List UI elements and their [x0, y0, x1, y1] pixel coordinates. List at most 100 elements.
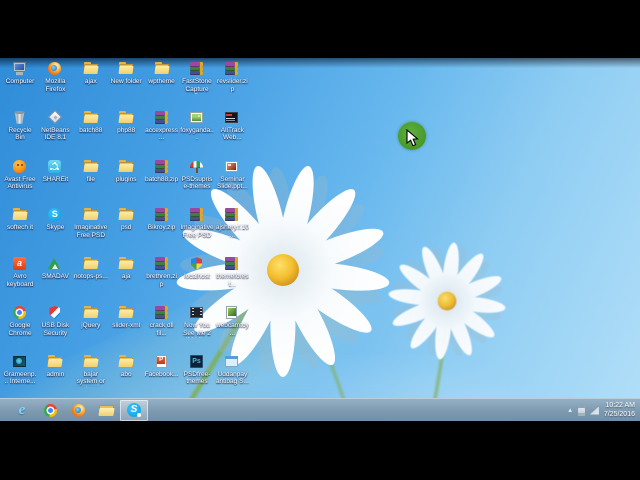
- network-signal-icon[interactable]: [589, 406, 599, 415]
- desktop-icon-skype[interactable]: S Skype: [38, 206, 72, 232]
- desktop-icon-faststone-capture-v7[interactable]: FastStone Capture v7...: [180, 60, 214, 94]
- folder-icon: [46, 353, 64, 370]
- rar-icon: [223, 60, 241, 77]
- desktop-icon-crack-dll-fil[interactable]: crack dll fil...: [145, 304, 179, 337]
- desktop-icon-now-you-see-me-2-2016[interactable]: Now You See Me 2 (2016)...: [180, 304, 214, 338]
- desktop-icon-imaginative-free-psd[interactable]: Imaginative Free PSD ...: [74, 206, 108, 240]
- show-hidden-icons-chevron-icon[interactable]: ▴: [567, 399, 573, 421]
- tray-date: 7/25/2016: [603, 410, 635, 418]
- desktop-icon-label: softech it: [6, 224, 33, 232]
- desktop-icon-label: php88: [117, 126, 136, 134]
- desktop-icon-bajar-system-or-registrat[interactable]: bajar system or registrat...: [74, 353, 108, 387]
- taskbar-chrome-button[interactable]: [36, 400, 64, 421]
- desktop-icon-label: aja: [121, 273, 131, 281]
- desktop-icon-avro-keyboard[interactable]: a Avro keyboard: [3, 255, 37, 288]
- desktop-icon-label: batch88.zip: [144, 175, 179, 183]
- desktop-icon-softech-it[interactable]: softech it: [3, 206, 37, 232]
- desktop-icon-recycle-bin[interactable]: Recycle Bin: [3, 109, 37, 142]
- desktop-icon-bikroy-zip[interactable]: Bikroy.zip: [145, 206, 179, 232]
- desktop-icon-label: New folder: [110, 78, 142, 85]
- desktop-icon-computer[interactable]: Computer: [3, 60, 37, 86]
- desktop-icon-label: Avast Free Antivirus: [4, 175, 36, 191]
- folder-icon: [117, 158, 135, 175]
- taskbar-firefox-button[interactable]: [64, 400, 92, 421]
- folder-icon: [117, 353, 135, 370]
- folder-icon: [82, 353, 100, 370]
- desktop-icon-shareit[interactable]: SHAREit: [38, 158, 72, 184]
- desktop-icon-jquery[interactable]: jQuery: [74, 304, 108, 330]
- desktop-icon-seminar-slide-ppt[interactable]: Seminar Slide.ppt...: [215, 158, 249, 191]
- rar-icon: [223, 255, 241, 272]
- desktop-icon-ajshery-f-10[interactable]: ajshery.f.10...: [215, 206, 249, 239]
- desktop-icon-label: admin: [46, 370, 65, 378]
- desktop-icon-google-chrome[interactable]: Google Chrome: [3, 304, 37, 337]
- desktop-icon-label: themeforest...: [216, 273, 249, 288]
- desktop-icon-label: SMADAV: [41, 273, 69, 281]
- folder-icon: [117, 255, 135, 272]
- desktop-icon-label: file: [86, 175, 95, 183]
- desktop-icon-label: SHAREit: [42, 175, 69, 183]
- usb-device-icon[interactable]: [577, 405, 585, 416]
- mouse-cursor: [406, 128, 419, 153]
- desktop-icon-wptheme[interactable]: wptheme: [145, 60, 179, 86]
- desktop-icon-smadav[interactable]: SMADAV: [38, 255, 72, 281]
- desktop-icon-imaginative-free-psd-w[interactable]: Imaginative Free PSD W...: [180, 206, 214, 240]
- gp-icon: [11, 353, 29, 370]
- skype-icon: S: [46, 206, 64, 223]
- desktop[interactable]: Computer Mozilla Firefox ajax New folder wpt…: [0, 58, 640, 421]
- desktop-icon-alltrack-web[interactable]: AllTrack Web...: [215, 109, 249, 142]
- desktop-icon-avast-free-antivirus[interactable]: Avast Free Antivirus: [3, 158, 37, 191]
- folder-icon: [82, 206, 100, 223]
- desktop-icon-plugins[interactable]: plugins: [109, 158, 143, 184]
- desktop-icon-mozilla-firefox[interactable]: Mozilla Firefox: [38, 60, 72, 93]
- desktop-icon-grameenp-interne[interactable]: Grameenp... Interne...: [3, 353, 37, 386]
- desktop-icon-label: Mozilla Firefox: [45, 78, 66, 93]
- desktop-icon-batch88[interactable]: batch88: [74, 109, 108, 135]
- desktop-icon-accexpress[interactable]: accexpress...: [145, 109, 179, 142]
- folder-icon: [82, 60, 100, 77]
- desktop-icon-facebook[interactable]: P Facebook...: [145, 353, 179, 379]
- desktop-icon-label: accexpress...: [145, 126, 179, 142]
- desktop-icon-label: webcamtoy...: [215, 322, 249, 337]
- tray-clock[interactable]: 10:22 AM 7/25/2016: [604, 402, 637, 419]
- desktop-icon-label: ajshery.f.10...: [215, 224, 249, 239]
- desktop-icon-file[interactable]: file: [74, 158, 108, 184]
- desktop-icon-batch88-zip[interactable]: batch88.zip: [145, 158, 179, 184]
- desktop-icon-abo[interactable]: abo: [109, 353, 143, 379]
- desktop-icon-psd[interactable]: psd: [109, 206, 143, 232]
- desktop-icon-uddanpay-antibag-s[interactable]: Uddanpay antibag S...: [215, 353, 249, 386]
- taskbar-skype-button[interactable]: S: [120, 399, 148, 421]
- internet-explorer-icon: e: [18, 401, 26, 418]
- desktop-icon-aja[interactable]: aja: [109, 255, 143, 281]
- desktop-icon-label: Imaginative Free PSD ...: [74, 224, 108, 240]
- rar-icon: [153, 109, 171, 126]
- desktop-icon-netbeans-ide-8-1[interactable]: NetBeans IDE 8.1: [38, 109, 72, 142]
- desktop-icon-ajax[interactable]: ajax: [74, 60, 108, 86]
- desktop-icon-admin[interactable]: admin: [38, 353, 72, 379]
- taskbar-internet-explorer-button[interactable]: e: [8, 400, 36, 421]
- desktop-icon-foxyganda[interactable]: foxyganda...: [180, 109, 214, 142]
- desktop-icon-revslider-zip[interactable]: revslider.zip: [215, 60, 249, 93]
- desktop-icon-label: revslider.zip: [217, 78, 248, 93]
- desktop-icon-new-folder[interactable]: New folder: [109, 60, 143, 86]
- chrome-icon: [42, 402, 59, 419]
- desktop-icon-label: Now You See Me 2 (2016)...: [183, 322, 211, 338]
- desktop-icon-php88[interactable]: php88: [109, 109, 143, 135]
- desktop-icon-psdfree-themes[interactable]: Ps PSDfree-themes: [180, 353, 214, 386]
- desktop-icon-label: FastStone Capture v7...: [182, 78, 212, 94]
- desktop-icon-webcamtoy[interactable]: webcamtoy...: [215, 304, 249, 337]
- desktop-icon-localhost[interactable]: localhost: [180, 255, 214, 281]
- desktop-icon-notops-ps[interactable]: notops-ps...: [74, 255, 108, 281]
- smadav-icon: [46, 255, 64, 272]
- desktop-icon-themeforest[interactable]: themeforest...: [215, 255, 249, 288]
- desktop-icon-brethren-zip[interactable]: brethren.zip: [145, 255, 179, 288]
- desktop-icon-psdsuprise-themes[interactable]: PSDsuprise-themes: [180, 158, 214, 191]
- skype-icon: S: [126, 402, 143, 419]
- desktop-icon-label: Avro keyboard: [6, 273, 34, 288]
- folder-icon: [117, 109, 135, 126]
- taskbar-file-explorer-button[interactable]: [92, 400, 120, 421]
- desktop-icon-label: abo: [120, 370, 132, 378]
- desktop-icon-usb-disk-security[interactable]: USB Disk Security: [38, 304, 72, 337]
- desktop-icon-slider-xml[interactable]: slider-xml: [109, 304, 143, 330]
- shareit-icon: [46, 158, 64, 175]
